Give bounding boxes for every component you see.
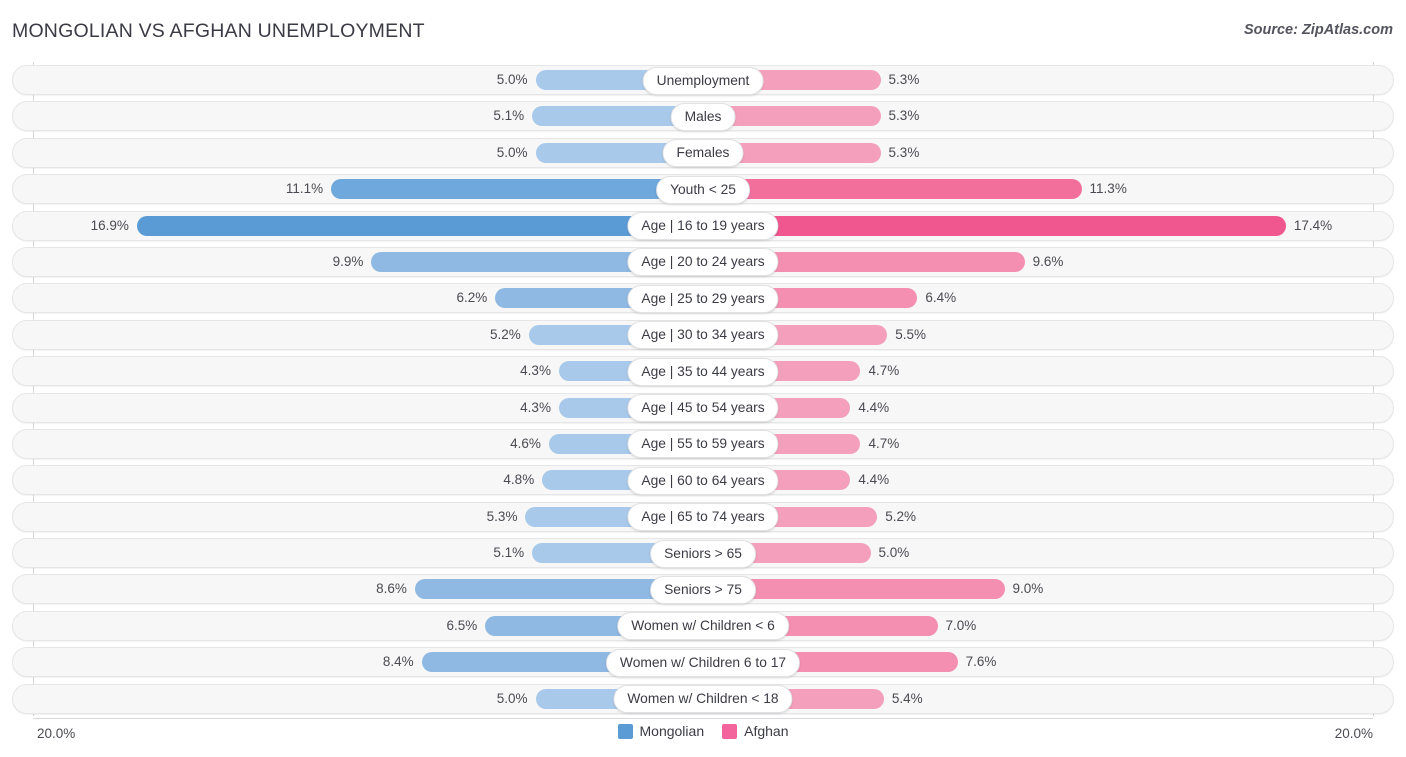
chart-rows: 5.0% 5.3% Unemployment 5.1% 5.3% Males 5.0% 5.3…	[0, 62, 1406, 717]
legend-label: Afghan	[744, 723, 789, 739]
chart-row: 5.2% 5.5% Age | 30 to 34 years	[0, 317, 1406, 353]
chart-legend: Mongolian Afghan	[0, 723, 1406, 739]
value-label-afghan: 7.6%	[965, 654, 997, 670]
category-label: Females	[662, 139, 744, 168]
category-label: Age | 30 to 34 years	[627, 321, 779, 350]
value-label-afghan: 4.4%	[858, 399, 890, 415]
chart-row: 5.0% 5.3% Unemployment	[0, 62, 1406, 98]
chart-row: 8.6% 9.0% Seniors > 75	[0, 571, 1406, 607]
chart-row: 5.0% 5.3% Females	[0, 135, 1406, 171]
value-label-mongolian: 5.0%	[496, 72, 528, 87]
value-label-mongolian: 9.9%	[332, 253, 364, 269]
chart-row: 4.8% 4.4% Age | 60 to 64 years	[0, 462, 1406, 498]
category-label: Age | 65 to 74 years	[627, 503, 779, 532]
value-label-afghan: 5.5%	[895, 326, 927, 342]
value-label-mongolian: 5.1%	[493, 545, 525, 561]
category-label: Age | 55 to 59 years	[627, 430, 779, 459]
source-attribution: Source: ZipAtlas.com	[1243, 22, 1393, 38]
chart-plot-area: 5.0% 5.3% Unemployment 5.1% 5.3% Males 5.0% 5.3…	[0, 62, 1406, 718]
value-label-mongolian: 4.3%	[520, 399, 551, 415]
category-label: Unemployment	[642, 66, 764, 95]
value-label-mongolian: 16.9%	[90, 217, 129, 233]
category-label: Seniors > 65	[650, 539, 756, 568]
value-label-afghan: 5.4%	[891, 690, 923, 706]
category-label: Age | 45 to 54 years	[627, 394, 779, 423]
category-label: Women w/ Children < 18	[613, 685, 793, 714]
category-label: Age | 60 to 64 years	[627, 466, 779, 495]
value-label-afghan: 9.6%	[1032, 253, 1064, 269]
value-label-mongolian: 6.2%	[456, 290, 488, 306]
chart-row: 5.1% 5.3% Males	[0, 98, 1406, 134]
chart-row: 4.3% 4.7% Age | 35 to 44 years	[0, 353, 1406, 389]
bar-afghan	[703, 179, 1082, 200]
value-label-afghan: 7.0%	[945, 617, 977, 633]
legend-label: Mongolian	[639, 723, 705, 739]
value-label-afghan: 4.7%	[868, 363, 900, 379]
chart-row: 16.9% 17.4% Age | 16 to 19 years	[0, 208, 1406, 244]
value-label-afghan: 9.0%	[1012, 581, 1044, 597]
chart-page: MONGOLIAN VS AFGHAN UNEMPLOYMENT Source:…	[0, 0, 1406, 757]
value-label-afghan: 5.0%	[878, 545, 910, 561]
value-label-afghan: 5.2%	[885, 508, 916, 524]
bar-afghan	[703, 215, 1286, 236]
value-label-mongolian: 8.6%	[376, 581, 407, 597]
chart-footer: 20.0% 20.0% Mongolian Afghan	[0, 718, 1406, 757]
page-title: MONGOLIAN VS AFGHAN UNEMPLOYMENT	[12, 20, 425, 42]
value-label-mongolian: 8.4%	[382, 654, 414, 670]
legend-item-afghan[interactable]: Afghan	[722, 723, 788, 739]
category-label: Age | 16 to 19 years	[627, 212, 779, 241]
value-label-afghan: 6.4%	[925, 290, 957, 306]
value-label-afghan: 5.3%	[888, 144, 920, 160]
chart-row: 11.1% 11.3% Youth < 25	[0, 171, 1406, 207]
value-label-afghan: 5.3%	[888, 72, 920, 87]
category-label: Seniors > 75	[650, 575, 756, 604]
legend-swatch-icon	[617, 723, 633, 739]
value-label-mongolian: 5.3%	[486, 508, 518, 524]
legend-swatch-icon	[722, 723, 738, 739]
category-label: Age | 20 to 24 years	[627, 248, 779, 277]
category-label: Women w/ Children < 6	[617, 612, 789, 641]
chart-row: 4.6% 4.7% Age | 55 to 59 years	[0, 426, 1406, 462]
value-label-mongolian: 5.1%	[493, 108, 525, 124]
category-label: Age | 25 to 29 years	[627, 284, 779, 313]
chart-row: 5.1% 5.0% Seniors > 65	[0, 535, 1406, 571]
legend-item-mongolian[interactable]: Mongolian	[617, 723, 705, 739]
chart-row: 9.9% 9.6% Age | 20 to 24 years	[0, 244, 1406, 280]
value-label-afghan: 11.3%	[1089, 181, 1127, 197]
value-label-afghan: 5.3%	[888, 108, 920, 124]
chart-row: 5.3% 5.2% Age | 65 to 74 years	[0, 499, 1406, 535]
footer-divider	[33, 718, 1373, 719]
value-label-mongolian: 4.6%	[510, 435, 541, 451]
chart-row: 4.3% 4.4% Age | 45 to 54 years	[0, 390, 1406, 426]
value-label-mongolian: 6.5%	[446, 617, 478, 633]
chart-row: 8.4% 7.6% Women w/ Children 6 to 17	[0, 644, 1406, 680]
value-label-mongolian: 11.1%	[285, 181, 324, 197]
value-label-afghan: 17.4%	[1293, 217, 1333, 233]
category-label: Youth < 25	[656, 175, 750, 204]
chart-row: 6.2% 6.4% Age | 25 to 29 years	[0, 280, 1406, 316]
category-label: Women w/ Children 6 to 17	[605, 648, 801, 677]
value-label-mongolian: 4.8%	[503, 472, 535, 488]
chart-row: 6.5% 7.0% Women w/ Children < 6	[0, 608, 1406, 644]
chart-row: 5.0% 5.4% Women w/ Children < 18	[0, 681, 1406, 717]
value-label-mongolian: 5.2%	[490, 326, 521, 342]
value-label-mongolian: 4.3%	[520, 363, 551, 379]
category-label: Age | 35 to 44 years	[627, 357, 779, 386]
value-label-afghan: 4.7%	[868, 435, 900, 451]
value-label-mongolian: 5.0%	[496, 690, 528, 706]
category-label: Males	[670, 102, 736, 131]
value-label-afghan: 4.4%	[858, 472, 890, 488]
bar-mongolian	[331, 179, 703, 200]
bar-mongolian	[136, 215, 703, 236]
value-label-mongolian: 5.0%	[496, 144, 528, 160]
